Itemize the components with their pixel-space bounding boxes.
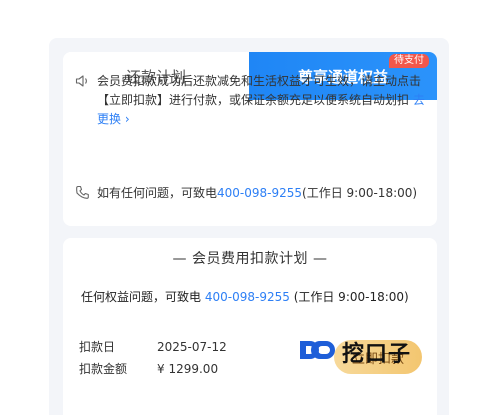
watermark: 挖口子 — [298, 334, 428, 370]
deduction-amount-row: 扣款金额 ¥ 1299.00 — [79, 360, 218, 377]
deduction-date-value: 2025-07-12 — [157, 340, 227, 354]
plan-contact-prefix: 任何权益问题，可致电 — [81, 290, 202, 304]
pending-payment-badge: 待支付 — [389, 54, 429, 68]
contact-line: 如有任何问题，可致电400-098-9255(工作日 9:00-18:00) — [75, 184, 427, 202]
watermark-logo-icon — [298, 337, 338, 367]
watermark-text: 挖口子 — [342, 342, 412, 367]
notice-text: 会员费扣款成功后还款减免和生活权益才可生效，请主动点击【立即扣款】进行付款，或保… — [97, 74, 422, 107]
deduction-amount-value: ¥ 1299.00 — [157, 362, 219, 376]
deduction-date-label: 扣款日 — [79, 340, 116, 354]
plan-contact-line: 任何权益问题，可致电 400-098-9255 (工作日 9:00-18:00) — [81, 288, 437, 305]
phone-icon — [75, 185, 90, 205]
speaker-icon — [75, 74, 90, 94]
notice: 会员费扣款成功后还款减免和生活权益才可生效，请主动点击【立即扣款】进行付款，或保… — [75, 72, 427, 129]
deduction-date-row: 扣款日 2025-07-12 — [79, 338, 227, 355]
phone-link[interactable]: 400-098-9255 — [217, 186, 302, 200]
contact-hours: (工作日 9:00-18:00) — [302, 186, 418, 200]
contact-prefix: 如有任何问题，可致电 — [97, 186, 218, 200]
deduction-amount-label: 扣款金额 — [79, 362, 128, 376]
plan-contact-hours: (工作日 9:00-18:00) — [293, 290, 409, 304]
plan-title: — 会员费用扣款计划 — — [172, 251, 328, 267]
plan-phone-link[interactable]: 400-098-9255 — [205, 290, 290, 304]
